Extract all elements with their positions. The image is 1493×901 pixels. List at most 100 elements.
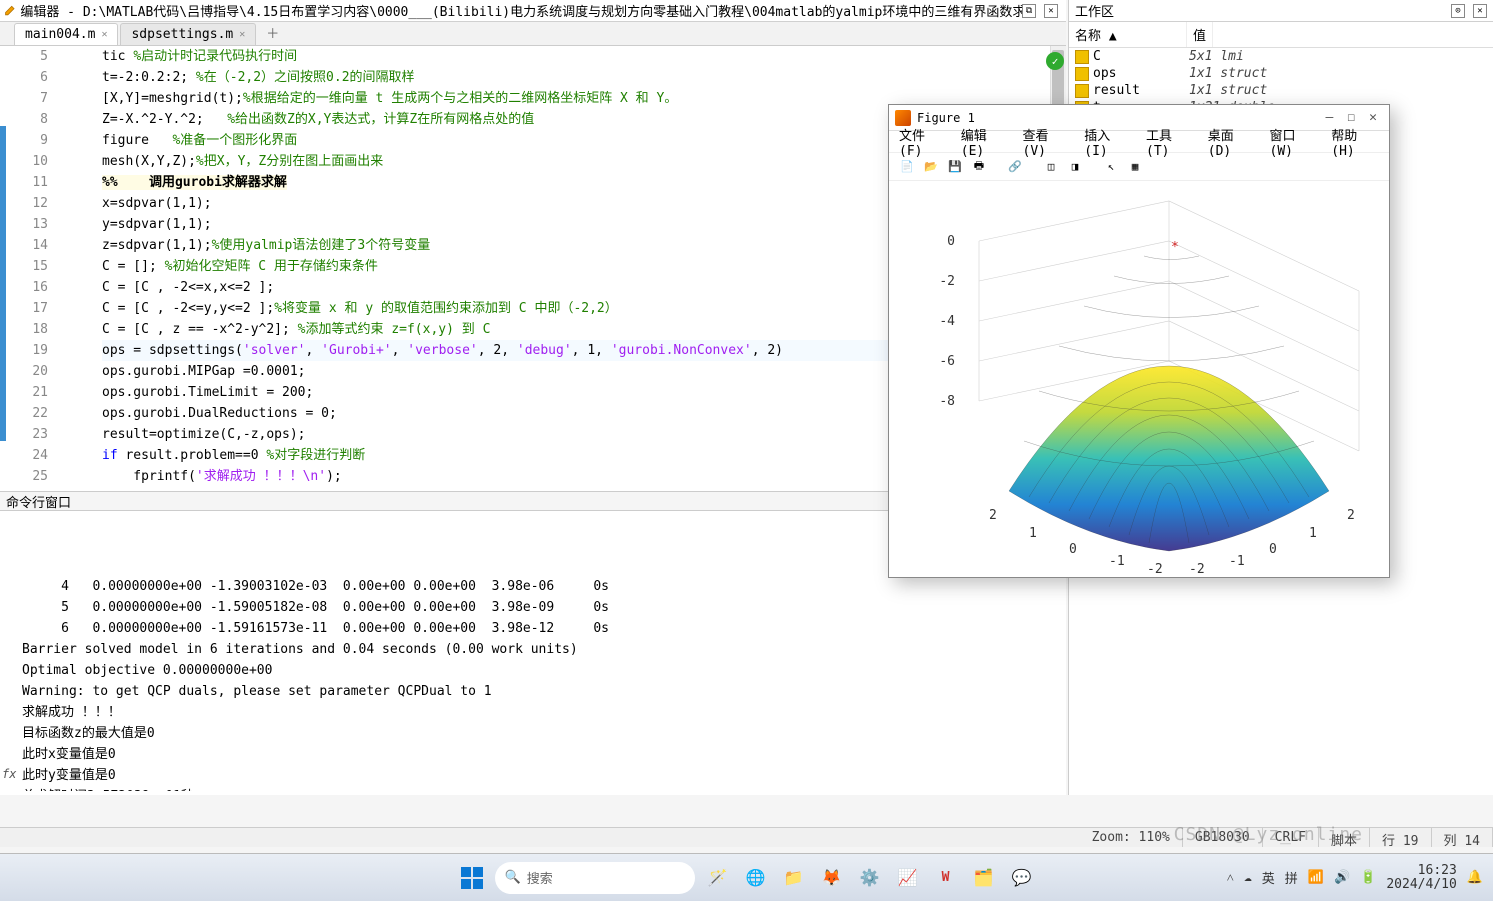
svg-text:-4: -4 (939, 314, 955, 329)
workspace-header[interactable]: 名称 ▲ 值 (1069, 22, 1493, 48)
figure-menu-item[interactable]: 工具(T) (1146, 125, 1194, 159)
status-col: 列 14 (1432, 828, 1493, 847)
new-figure-icon[interactable]: 📄 (897, 157, 917, 177)
tab-label: sdpsettings.m (131, 27, 233, 42)
svg-text:-1: -1 (1109, 554, 1125, 569)
wps-icon[interactable]: W (931, 863, 961, 893)
edge-icon[interactable]: 🌐 (741, 863, 771, 893)
wechat-icon[interactable]: 💬 (1007, 863, 1037, 893)
save-icon[interactable]: 💾 (945, 157, 965, 177)
svg-text:-2: -2 (1189, 562, 1205, 577)
max-point-marker: * (1171, 240, 1179, 255)
status-line: 行 19 (1370, 828, 1432, 847)
svg-text:2: 2 (989, 508, 997, 523)
section-marker (0, 126, 6, 441)
figure-menu-item[interactable]: 文件(F) (899, 125, 947, 159)
editor-title-prefix: 编辑器 - (20, 5, 82, 20)
tray-time: 16:23 (1386, 864, 1456, 878)
editor-title-bar: 编辑器 - D:\MATLAB代码\吕博指导\4.15日布置学习内容\0000_… (0, 0, 1066, 22)
wifi-icon[interactable]: 📶 (1308, 870, 1324, 885)
pencil-icon (4, 4, 16, 18)
search-icon: 🔍 (505, 870, 521, 885)
figure-menu-item[interactable]: 编辑(E) (961, 125, 1009, 159)
ws-close-button[interactable]: ✕ (1473, 4, 1487, 18)
link-icon[interactable]: 🔗 (1005, 157, 1025, 177)
search-placeholder: 搜索 (527, 868, 553, 887)
figure-menu-item[interactable]: 插入(I) (1084, 125, 1132, 159)
close-button[interactable]: ✕ (1369, 110, 1377, 125)
dock-icon[interactable]: ◫ (1041, 157, 1061, 177)
svg-text:-2: -2 (1147, 562, 1163, 577)
var-icon (1075, 67, 1089, 81)
maximize-button[interactable]: ☐ (1347, 110, 1355, 125)
ime-mode[interactable]: 拼 (1285, 868, 1298, 887)
settings-icon[interactable]: ⚙️ (855, 863, 885, 893)
status-zoom[interactable]: Zoom: 110% (1080, 828, 1183, 847)
var-icon (1075, 50, 1089, 64)
print-icon[interactable]: 🖶 (969, 157, 989, 177)
start-button[interactable] (457, 863, 487, 893)
cursor-icon[interactable]: ↖ (1101, 157, 1121, 177)
tray-clock[interactable]: 16:23 2024/4/10 (1386, 864, 1456, 892)
open-icon[interactable]: 📂 (921, 157, 941, 177)
svg-text:1: 1 (1029, 526, 1037, 541)
windows-taskbar[interactable]: 🔍 搜索 🪄 🌐 📁 🦊 ⚙️ 📈 W 🗂️ 💬 ˄ ☁ 英 拼 📶 🔊 🔋 16… (0, 853, 1493, 901)
col-name[interactable]: 名称 ▲ (1069, 22, 1187, 47)
svg-text:0: 0 (947, 234, 955, 249)
desktops-icon[interactable]: 🪄 (703, 863, 733, 893)
tab-sdpsettings[interactable]: sdpsettings.m ✕ (120, 23, 256, 45)
explorer-icon[interactable]: 📁 (779, 863, 809, 893)
matlab-icon[interactable]: 📈 (893, 863, 923, 893)
cmd-title-label: 命令行窗口 (6, 492, 71, 511)
app-icon[interactable]: 🗂️ (969, 863, 999, 893)
svg-text:0: 0 (1069, 542, 1077, 557)
figure-window[interactable]: Figure 1 — ☐ ✕ 文件(F)编辑(E)查看(V)插入(I)工具(T)… (888, 104, 1390, 578)
ws-expand-button[interactable]: ⊙ (1451, 4, 1465, 18)
workspace-var[interactable]: result1x1 struct (1069, 82, 1493, 99)
figure-menu-bar: 文件(F)编辑(E)查看(V)插入(I)工具(T)桌面(D)窗口(W)帮助(H) (889, 131, 1389, 153)
workspace-var[interactable]: C5x1 lmi (1069, 48, 1493, 65)
tray-chevron-icon[interactable]: ˄ (1227, 870, 1234, 886)
tab-label: main004.m (25, 27, 95, 42)
matlab-icon (895, 110, 911, 126)
system-tray[interactable]: ˄ ☁ 英 拼 📶 🔊 🔋 16:23 2024/4/10 🔔 (1227, 864, 1483, 892)
figure-menu-item[interactable]: 窗口(W) (1270, 125, 1318, 159)
figure-menu-item[interactable]: 查看(V) (1023, 125, 1071, 159)
battery-icon[interactable]: 🔋 (1360, 870, 1376, 885)
figure-axes[interactable]: * 0 -2 -4 -6 -8 2 1 0 -1 -2 -2 -1 0 1 2 (889, 181, 1389, 577)
close-button[interactable]: ✕ (1044, 4, 1058, 18)
svg-text:-2: -2 (939, 274, 955, 289)
svg-text:-1: -1 (1229, 554, 1245, 569)
svg-text:0: 0 (1269, 542, 1277, 557)
firefox-icon[interactable]: 🦊 (817, 863, 847, 893)
tray-date: 2024/4/10 (1386, 878, 1456, 892)
close-icon[interactable]: ✕ (239, 29, 245, 40)
workspace-var[interactable]: ops1x1 struct (1069, 65, 1493, 82)
figure-menu-item[interactable]: 帮助(H) (1331, 125, 1379, 159)
editor-tab-bar: main004.m ✕ sdpsettings.m ✕ ＋ (0, 22, 1066, 46)
new-tab-button[interactable]: ＋ (258, 20, 287, 45)
fx-icon[interactable]: fx (2, 764, 16, 785)
insert-icon[interactable]: ▦ (1125, 157, 1145, 177)
tab-main004[interactable]: main004.m ✕ (14, 23, 118, 45)
figure-title: Figure 1 (917, 111, 975, 125)
svg-text:2: 2 (1347, 508, 1355, 523)
close-icon[interactable]: ✕ (101, 29, 107, 40)
workspace-title: 工作区 (1075, 1, 1114, 20)
taskbar-search[interactable]: 🔍 搜索 (495, 862, 695, 894)
svg-text:-8: -8 (939, 394, 955, 409)
figure-menu-item[interactable]: 桌面(D) (1208, 125, 1256, 159)
notifications-icon[interactable]: 🔔 (1467, 870, 1483, 885)
editor-path: D:\MATLAB代码\吕博指导\4.15日布置学习内容\0000___(Bil… (83, 5, 1022, 20)
restore-button[interactable]: ⧉ (1022, 4, 1036, 18)
line-gutter: 5678910111213141516171819202122232425 (0, 46, 58, 491)
dock2-icon[interactable]: ◨ (1065, 157, 1085, 177)
code-ok-icon: ✓ (1046, 52, 1064, 70)
minimize-button[interactable]: — (1326, 110, 1334, 125)
ime-lang[interactable]: 英 (1262, 868, 1275, 887)
svg-text:1: 1 (1309, 526, 1317, 541)
col-value[interactable]: 值 (1187, 22, 1213, 47)
volume-icon[interactable]: 🔊 (1334, 870, 1350, 885)
var-icon (1075, 84, 1089, 98)
onedrive-icon[interactable]: ☁ (1244, 870, 1252, 885)
